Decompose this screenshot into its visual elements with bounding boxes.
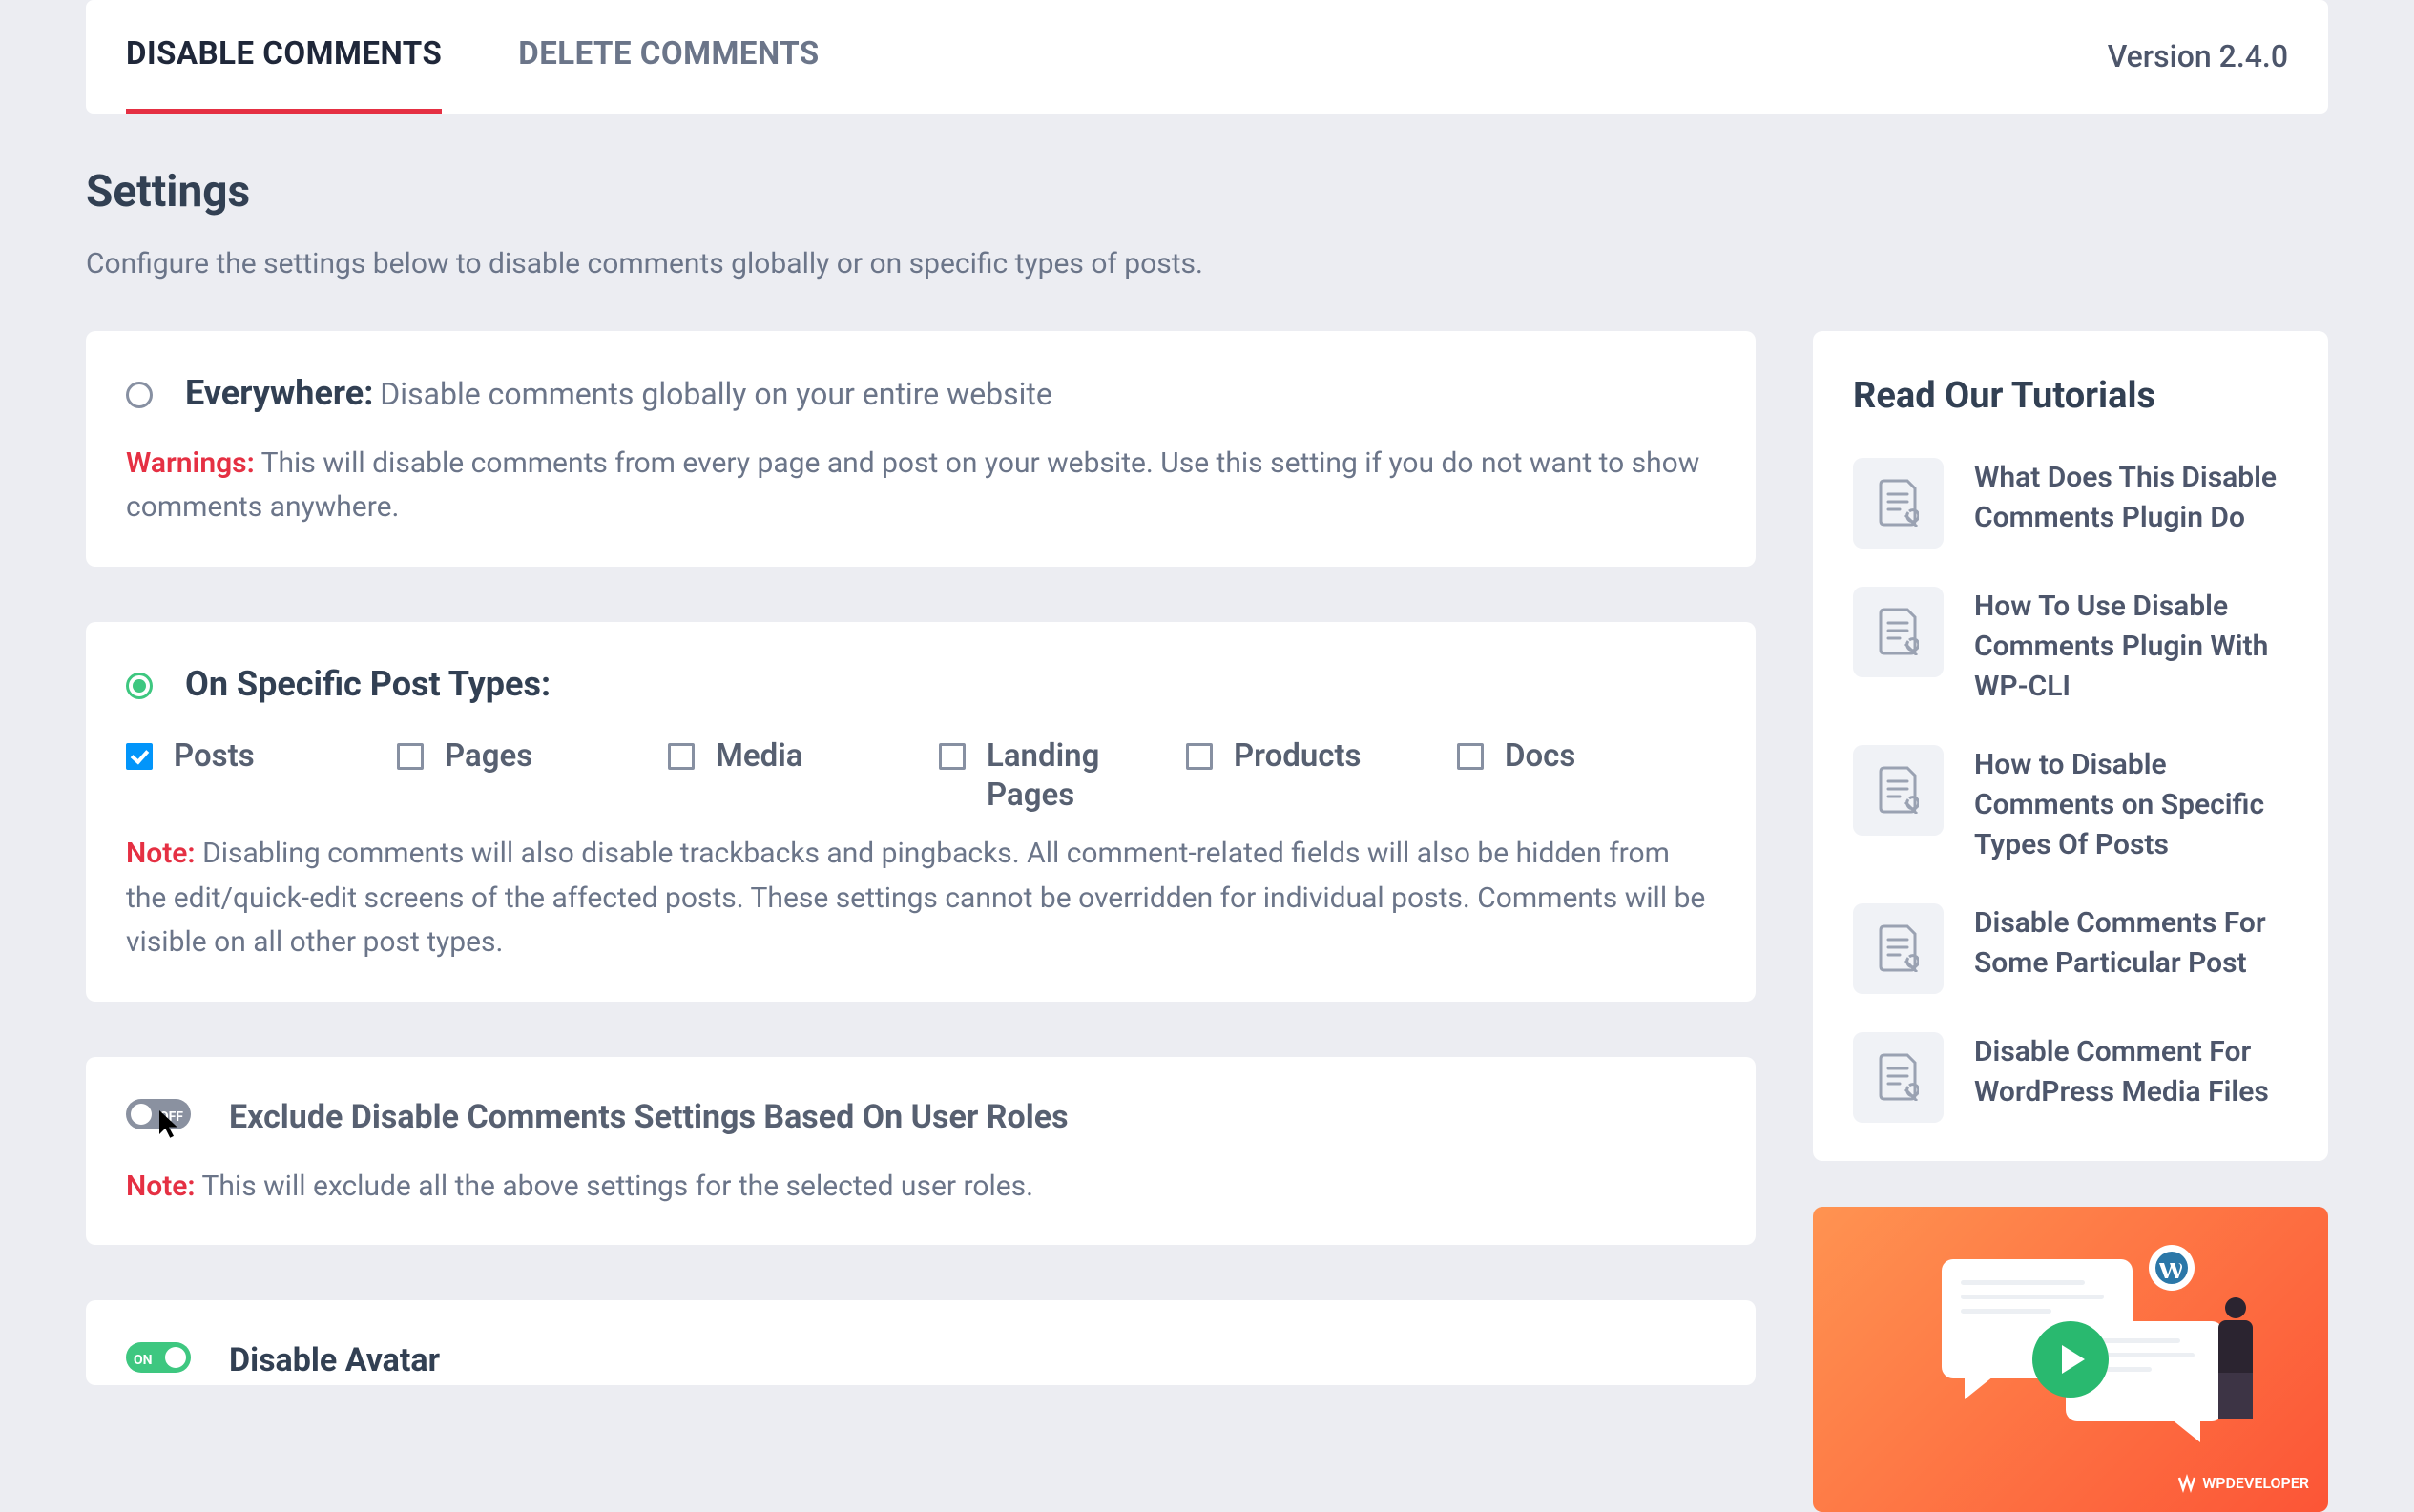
tutorial-item-1[interactable]: How To Use Disable Comments Plugin With … [1853,587,2288,707]
document-icon [1853,587,1944,677]
warnings-text: This will disable comments from every pa… [126,446,1699,525]
promo-video[interactable]: WPDEVELOPER [1813,1207,2328,1512]
checkbox-box-products[interactable] [1186,743,1213,770]
everywhere-desc-text: Disable comments globally on your entire… [380,376,1052,412]
checkbox-landing-pages[interactable]: Landing Pages [939,736,1163,816]
tutorial-label-0: What Does This Disable Comments Plugin D… [1974,458,2288,538]
avatar-card: ON Disable Avatar [86,1300,1756,1385]
sidebar-column: Read Our Tutorials What Does This Disabl… [1813,331,2328,1512]
checkbox-label-docs: Docs [1505,736,1575,776]
tutorials-card: Read Our Tutorials What Does This Disabl… [1813,331,2328,1161]
everywhere-title: Everywhere: [185,373,373,413]
checkbox-posts[interactable]: Posts [126,736,374,816]
version-label: Version 2.4.0 [2108,3,2288,110]
checkbox-box-media[interactable] [668,743,695,770]
checkbox-box-pages[interactable] [397,743,424,770]
exclude-note-text: This will exclude all the above settings… [201,1170,1033,1203]
promo-brand-text: WPDEVELOPER [2202,1472,2309,1495]
checkbox-box-landing-pages[interactable] [939,743,966,770]
promo-brand: WPDEVELOPER [2177,1472,2309,1495]
checkbox-media[interactable]: Media [668,736,916,816]
exclude-title: Exclude Disable Comments Settings Based … [229,1093,1069,1142]
toggle-avatar-state: ON [134,1351,153,1371]
tab-delete-comments[interactable]: DELETE COMMENTS [518,0,819,114]
checkbox-box-docs[interactable] [1457,743,1484,770]
everywhere-card: Everywhere: Disable comments globally on… [86,331,1756,567]
play-button[interactable] [2032,1321,2109,1398]
radio-everywhere[interactable] [126,382,153,408]
tutorial-label-1: How To Use Disable Comments Plugin With … [1974,587,2288,707]
checkbox-products[interactable]: Products [1186,736,1434,816]
checkbox-label-posts: Posts [174,736,255,776]
page-subtitle: Configure the settings below to disable … [86,242,2328,285]
person-icon [2209,1297,2261,1421]
document-icon [1853,745,1944,836]
checkbox-box-posts[interactable] [126,743,153,770]
warnings-label: Warnings: [126,446,255,480]
tab-disable-comments[interactable]: DISABLE COMMENTS [126,0,442,114]
wordpress-icon [2149,1245,2195,1291]
checkbox-label-media: Media [716,736,803,776]
tutorial-item-4[interactable]: Disable Comment For WordPress Media File… [1853,1032,2288,1123]
radio-specific[interactable] [126,673,153,699]
document-icon [1853,1032,1944,1123]
checkbox-label-landing-pages: Landing Pages [987,736,1163,816]
checkbox-docs[interactable]: Docs [1457,736,1705,816]
specific-note-text: Disabling comments will also disable tra… [126,837,1705,959]
tutorials-title: Read Our Tutorials [1853,369,2288,424]
tutorial-label-4: Disable Comment For WordPress Media File… [1974,1032,2288,1112]
main-column: Everywhere: Disable comments globally on… [86,331,1756,1512]
tutorial-item-0[interactable]: What Does This Disable Comments Plugin D… [1853,458,2288,549]
tutorial-label-3: Disable Comments For Some Particular Pos… [1974,903,2288,984]
toggle-disable-avatar[interactable]: ON [126,1342,191,1373]
tabs-panel: DISABLE COMMENTS DELETE COMMENTS Version… [86,0,2328,114]
document-icon [1853,903,1944,994]
specific-card: On Specific Post Types: Posts Pages Medi… [86,622,1756,1002]
avatar-title: Disable Avatar [229,1336,440,1385]
document-icon [1853,458,1944,549]
tutorial-label-2: How to Disable Comments on Specific Type… [1974,745,2288,865]
tutorial-item-2[interactable]: How to Disable Comments on Specific Type… [1853,745,2288,865]
specific-note-label: Note: [126,837,196,870]
exclude-note-label: Note: [126,1170,196,1203]
checkbox-label-products: Products [1234,736,1362,776]
checkbox-label-pages: Pages [445,736,532,776]
toggle-exclude-user-roles[interactable]: OFF [126,1099,191,1129]
exclude-card: OFF Exclude Disable Comments Settings Ba… [86,1057,1756,1246]
cursor-icon [158,1110,179,1139]
checkbox-pages[interactable]: Pages [397,736,645,816]
specific-title: On Specific Post Types: [185,658,551,710]
page-title: Settings [86,159,2328,225]
tutorial-item-3[interactable]: Disable Comments For Some Particular Pos… [1853,903,2288,994]
